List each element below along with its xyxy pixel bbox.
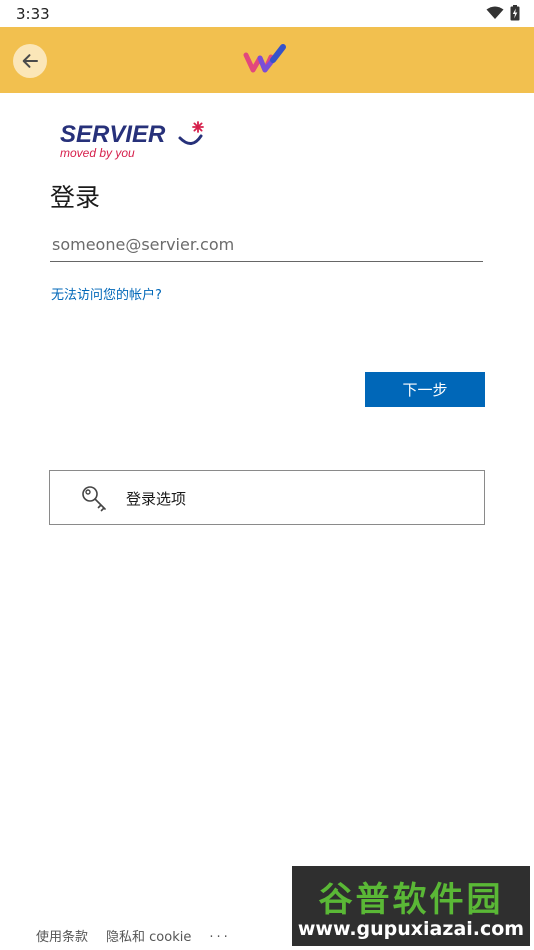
- status-time: 3:33: [16, 5, 50, 23]
- wifi-icon: [486, 6, 504, 19]
- privacy-cookies-link[interactable]: 隐私和 cookie: [106, 926, 191, 945]
- footer: 使用条款 隐私和 cookie ...: [36, 926, 231, 945]
- terms-of-use-link[interactable]: 使用条款: [36, 926, 88, 945]
- battery-charging-icon: [510, 5, 520, 21]
- back-button[interactable]: [13, 44, 47, 78]
- status-icons: [486, 5, 520, 21]
- signin-options-button[interactable]: 登录选项: [49, 470, 485, 525]
- email-input[interactable]: [50, 228, 483, 262]
- brand-star-icon: [192, 121, 204, 133]
- screen: 3:33 SERVIER moved by you 登录 someone@ser…: [0, 0, 534, 950]
- watermark: 谷普软件园 www.gupuxiazai.com: [292, 866, 530, 946]
- cant-access-account-link[interactable]: 无法访问您的帐户?: [51, 284, 162, 303]
- status-bar: 3:33: [0, 0, 534, 27]
- brand-tagline: moved by you: [60, 146, 135, 160]
- servier-logo: SERVIER moved by you: [58, 118, 208, 164]
- servier-logo-graphic: SERVIER moved by you: [60, 121, 204, 160]
- page-title: 登录: [50, 183, 101, 212]
- app-bar: [0, 27, 534, 93]
- arrow-left-icon: [22, 54, 38, 68]
- signin-options-label: 登录选项: [126, 490, 187, 508]
- watermark-url: www.gupuxiazai.com: [297, 918, 525, 940]
- watermark-title: 谷普软件园: [318, 880, 504, 920]
- next-button[interactable]: 下一步: [365, 372, 485, 407]
- key-icon: [82, 486, 106, 512]
- more-options-button[interactable]: ...: [209, 926, 230, 945]
- app-logo-icon: [243, 44, 286, 73]
- brand-name: SERVIER: [60, 121, 166, 148]
